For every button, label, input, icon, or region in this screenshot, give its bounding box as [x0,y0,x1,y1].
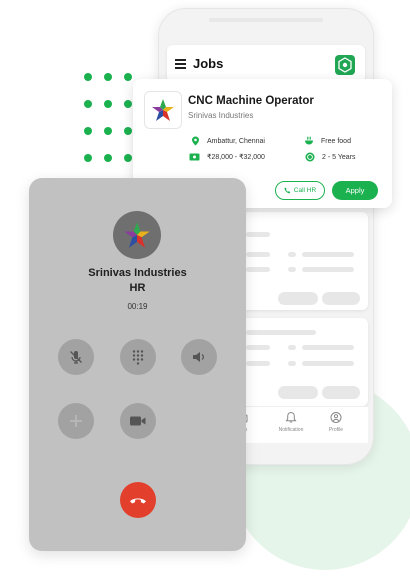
page-title: Jobs [193,56,224,71]
phone-icon [284,187,291,194]
cash-icon [189,153,200,161]
location-info: Ambattur, Chennai [191,136,265,146]
company-name: Srinivas Industries [188,111,254,120]
salary-text: ₹28,000 - ₹32,000 [207,154,265,161]
job-title: CNC Machine Operator [188,95,314,107]
dot-grid-decor [84,73,133,162]
salary-info: ₹28,000 - ₹32,000 [189,153,265,161]
bottom-navigation: Jobs Notification Profile [232,406,368,443]
location-text: Ambattur, Chennai [207,137,265,145]
video-camera-icon [130,416,146,426]
end-call-button[interactable] [120,482,156,518]
call-timer: 00:19 [127,302,148,311]
plus-icon [70,415,82,427]
caller-name: Srinivas Industries [88,267,187,279]
experience-text: 2 - 5 Years [322,153,356,161]
speaker-icon [193,352,205,362]
app-logo-icon [335,55,355,75]
phone-notch [209,18,323,22]
location-pin-icon [192,136,199,146]
apply-button[interactable]: Apply [332,181,378,200]
mic-off-icon [70,351,82,364]
menu-icon[interactable] [175,59,186,69]
call-screen: Srinivas Industries HR 00:19 [29,178,246,551]
benefit-text: Free food [321,137,351,145]
speaker-button[interactable] [181,339,217,375]
profile-icon [330,412,342,423]
add-call-button[interactable] [58,403,94,439]
keypad-icon [132,350,144,365]
experience-badge-icon [305,152,315,162]
call-hr-label: Call HR [293,187,317,194]
mute-button[interactable] [58,339,94,375]
experience-info: 2 - 5 Years [305,152,355,162]
app-header: Jobs [167,45,365,83]
food-bowl-icon [305,136,313,145]
apply-label: Apply [345,186,365,195]
bell-icon [285,411,297,423]
company-logo [144,91,182,129]
caller-avatar [113,211,161,259]
call-hr-button[interactable]: Call HR [275,181,325,200]
video-call-button[interactable] [120,403,156,439]
nav-item-profile[interactable]: Profile [316,411,356,433]
keypad-button[interactable] [120,339,156,375]
benefit-info: Free food [304,136,351,146]
caller-role: HR [129,282,146,294]
hang-up-icon [130,498,146,504]
nav-item-notification[interactable]: Notification [271,411,311,433]
